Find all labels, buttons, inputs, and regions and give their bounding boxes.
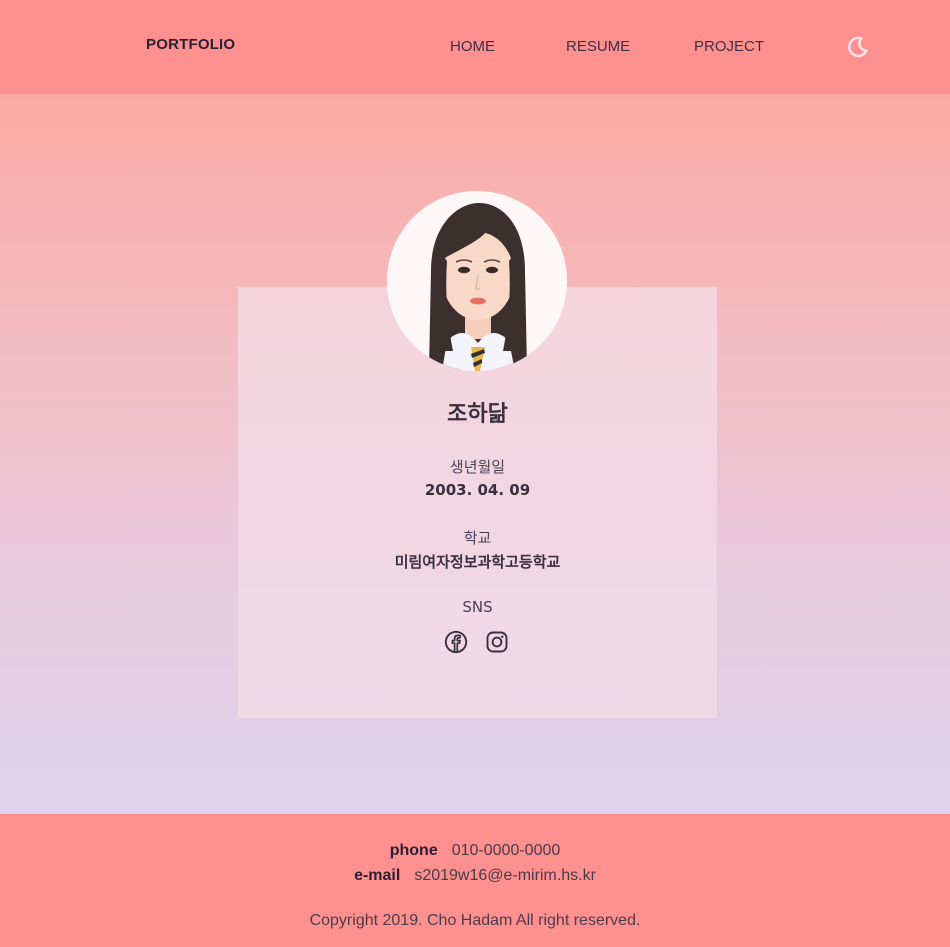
instagram-icon[interactable] [485, 630, 509, 654]
phone-row: phone 010-0000-0000 [0, 842, 950, 860]
email-row: e-mail s2019w16@e-mirim.hs.kr [0, 867, 950, 885]
nav-project[interactable]: PROJECT [694, 38, 764, 55]
school-label: 학교 [463, 529, 492, 547]
sns-links [444, 630, 514, 656]
sns-label: SNS [462, 598, 493, 616]
copyright-text: Copyright 2019. Cho Hadam All right rese… [309, 912, 641, 929]
brand-logo[interactable]: PORTFOLIO [146, 36, 235, 53]
email-value: s2019w16@e-mirim.hs.kr [414, 867, 596, 884]
email-label: e-mail [354, 867, 401, 884]
profile-name: 조하닮 [447, 402, 508, 427]
birthdate-value: 2003. 04. 09 [424, 481, 531, 499]
profile-photo [387, 191, 567, 371]
school-value: 미림여자정보과학고등학교 [394, 553, 561, 571]
nav-home[interactable]: HOME [450, 38, 495, 55]
profile-section: 조하닮 생년월일 2003. 04. 09 학교 미림여자정보과학고등학교 SN… [0, 94, 950, 814]
phone-value: 010-0000-0000 [451, 842, 561, 859]
birthdate-label: 생년월일 [449, 458, 506, 476]
moon-icon[interactable] [846, 35, 870, 59]
site-header: PORTFOLIO HOME RESUME PROJECT [0, 0, 950, 94]
nav-resume[interactable]: RESUME [566, 38, 630, 55]
site-footer: phone 010-0000-0000 e-mail s2019w16@e-miri… [0, 814, 950, 947]
facebook-icon[interactable] [444, 630, 468, 654]
phone-label: phone [389, 842, 438, 859]
